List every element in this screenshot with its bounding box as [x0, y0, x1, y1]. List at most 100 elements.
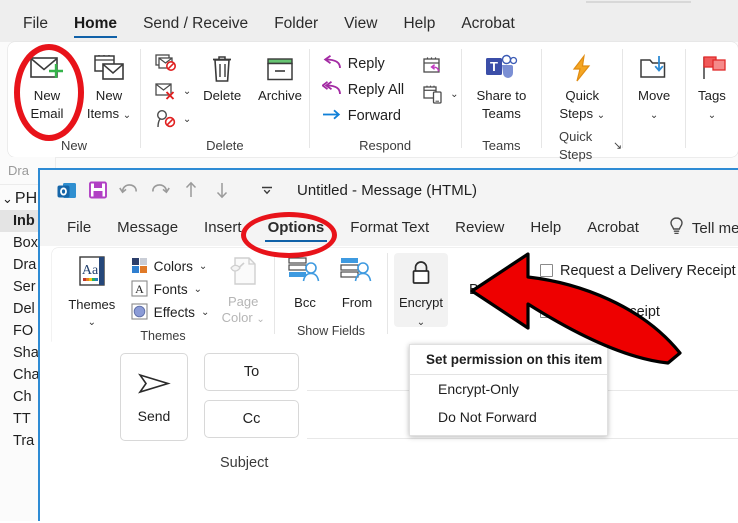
reply-label: Reply: [348, 56, 385, 72]
chevron-down-icon[interactable]: ⌄: [201, 307, 209, 318]
share-to-teams-button[interactable]: T Share to Teams: [461, 49, 541, 121]
tab-home[interactable]: Home: [61, 6, 130, 42]
reply-all-label: Reply All: [348, 82, 404, 98]
chevron-down-icon[interactable]: ⌄: [123, 110, 131, 121]
compose-tab-help[interactable]: Help: [517, 210, 574, 246]
clean-up-button[interactable]: ⌄: [151, 105, 193, 133]
chevron-down-icon[interactable]: ⌄: [183, 114, 191, 125]
compose-group-permission: Encrypt ⌄ Butt s ⌄: [388, 248, 540, 341]
encrypt-button[interactable]: Encrypt ⌄: [394, 253, 448, 327]
subject-input[interactable]: [310, 451, 738, 475]
send-arrow-icon: [137, 371, 171, 402]
chevron-down-icon[interactable]: ⌄: [514, 285, 522, 296]
tab-file[interactable]: File: [10, 6, 61, 42]
undo-icon[interactable]: [114, 175, 144, 205]
chevron-down-icon[interactable]: ⌄: [256, 314, 264, 325]
forward-icon: [322, 107, 342, 126]
reply-button[interactable]: Reply: [318, 51, 408, 77]
archive-button[interactable]: Archive: [251, 49, 309, 104]
chevron-down-icon[interactable]: ⌄: [708, 110, 716, 121]
bcc-button[interactable]: Bcc: [279, 253, 331, 310]
compose-tab-insert[interactable]: Insert: [191, 210, 255, 246]
move-button[interactable]: Move ⌄: [623, 49, 685, 123]
theme-fonts-button[interactable]: A Fonts ⌄: [128, 278, 213, 301]
ribbon-group-teams: T Share to Teams Teams: [461, 42, 541, 157]
tab-acrobat[interactable]: Acrobat: [448, 6, 527, 42]
save-icon[interactable]: [83, 175, 113, 205]
previous-item-icon[interactable]: [176, 175, 206, 205]
tab-folder[interactable]: Folder: [261, 6, 331, 42]
tab-send-receive[interactable]: Send / Receive: [130, 6, 261, 42]
compose-tab-file[interactable]: File: [54, 210, 104, 246]
theme-effects-button[interactable]: Effects ⌄: [128, 301, 213, 324]
move-label: Move: [638, 88, 670, 104]
to-button[interactable]: To: [204, 353, 299, 391]
chevron-down-icon[interactable]: ⌄: [650, 110, 658, 121]
request-read-receipt-row[interactable]: a Read Receipt: [540, 298, 736, 325]
junk-button[interactable]: ⌄: [151, 77, 193, 105]
encrypt-label: Encrypt: [399, 295, 443, 310]
reply-all-button[interactable]: Reply All: [318, 77, 408, 103]
compose-tab-options[interactable]: Options: [255, 210, 338, 246]
tell-me-search[interactable]: Tell me w: [668, 216, 738, 241]
compose-tab-acrobat[interactable]: Acrobat: [574, 210, 652, 246]
read-receipt-checkbox[interactable]: [540, 305, 553, 318]
menu-item-do-not-forward[interactable]: Do Not Forward: [410, 403, 607, 431]
next-item-icon[interactable]: [207, 175, 237, 205]
lightbulb-icon: [668, 216, 685, 241]
chevron-down-icon[interactable]: ⌄: [194, 284, 202, 295]
compose-tab-format-text[interactable]: Format Text: [337, 210, 442, 246]
menu-item-encrypt-only[interactable]: Encrypt-Only: [410, 375, 607, 403]
to-label: To: [244, 364, 259, 380]
new-items-button[interactable]: New Items ⌄: [78, 49, 140, 123]
send-button[interactable]: Send: [120, 353, 188, 441]
cc-button[interactable]: Cc: [204, 400, 299, 438]
theme-fonts-label: Fonts: [154, 282, 188, 297]
chevron-down-icon[interactable]: ⌄: [183, 86, 191, 97]
from-button[interactable]: From: [331, 253, 383, 310]
new-email-label-line2: Email: [31, 106, 64, 122]
compose-group-permission-label: [388, 327, 540, 341]
request-delivery-receipt-row[interactable]: Request a Delivery Receipt: [540, 257, 736, 284]
meeting-reply-button[interactable]: [418, 52, 460, 80]
ribbon-group-delete: ⌄ ⌄: [141, 42, 309, 157]
new-email-button[interactable]: New Email: [16, 49, 78, 121]
quick-steps-button[interactable]: Quick Steps ⌄: [542, 49, 622, 123]
dialog-launcher-icon[interactable]: ↘: [613, 137, 622, 155]
themes-icon: Aa: [73, 255, 111, 296]
chevron-down-icon[interactable]: ⌄: [450, 89, 458, 100]
page-color-button[interactable]: Page Color ⌄: [212, 253, 274, 325]
ribbon-group-move-label: [623, 135, 685, 157]
themes-label: Themes: [68, 297, 115, 312]
new-items-label-text: Items: [87, 106, 119, 121]
compose-tab-review[interactable]: Review: [442, 210, 517, 246]
compose-window-title: Untitled - Message (HTML): [297, 182, 477, 199]
tags-button[interactable]: Tags ⌄: [686, 49, 738, 123]
page-color-line1: Page: [228, 294, 258, 309]
tab-help[interactable]: Help: [390, 6, 448, 42]
themes-button[interactable]: Aa Themes ⌄: [60, 253, 124, 328]
ignore-button[interactable]: [151, 49, 193, 77]
compose-titlebar: Untitled - Message (HTML): [40, 170, 738, 210]
chevron-down-icon[interactable]: ⌄: [2, 191, 13, 207]
delete-button[interactable]: Delete: [193, 49, 251, 104]
forward-button[interactable]: Forward: [318, 103, 408, 129]
tab-view[interactable]: View: [331, 6, 390, 42]
theme-colors-label: Colors: [154, 259, 193, 274]
send-label: Send: [138, 408, 171, 424]
chevron-down-icon[interactable]: ⌄: [597, 110, 605, 121]
from-label: From: [342, 295, 372, 310]
more-respond-button[interactable]: ⌄: [418, 80, 460, 108]
delivery-receipt-checkbox[interactable]: [540, 264, 553, 277]
customize-qat-chevron-icon[interactable]: [252, 175, 282, 205]
compose-tab-message[interactable]: Message: [104, 210, 191, 246]
redo-icon[interactable]: [145, 175, 175, 205]
compose-ribbon: Aa Themes ⌄: [52, 248, 738, 341]
buttons-partial-control[interactable]: Butt s ⌄: [466, 279, 525, 302]
chevron-down-icon[interactable]: ⌄: [88, 317, 96, 328]
archive-label: Archive: [258, 88, 302, 104]
ribbon-group-respond-label: Respond: [310, 135, 461, 157]
folder-root-label: PH: [15, 190, 37, 208]
chevron-down-icon[interactable]: ⌄: [199, 261, 207, 272]
theme-colors-button[interactable]: Colors ⌄: [128, 255, 213, 278]
